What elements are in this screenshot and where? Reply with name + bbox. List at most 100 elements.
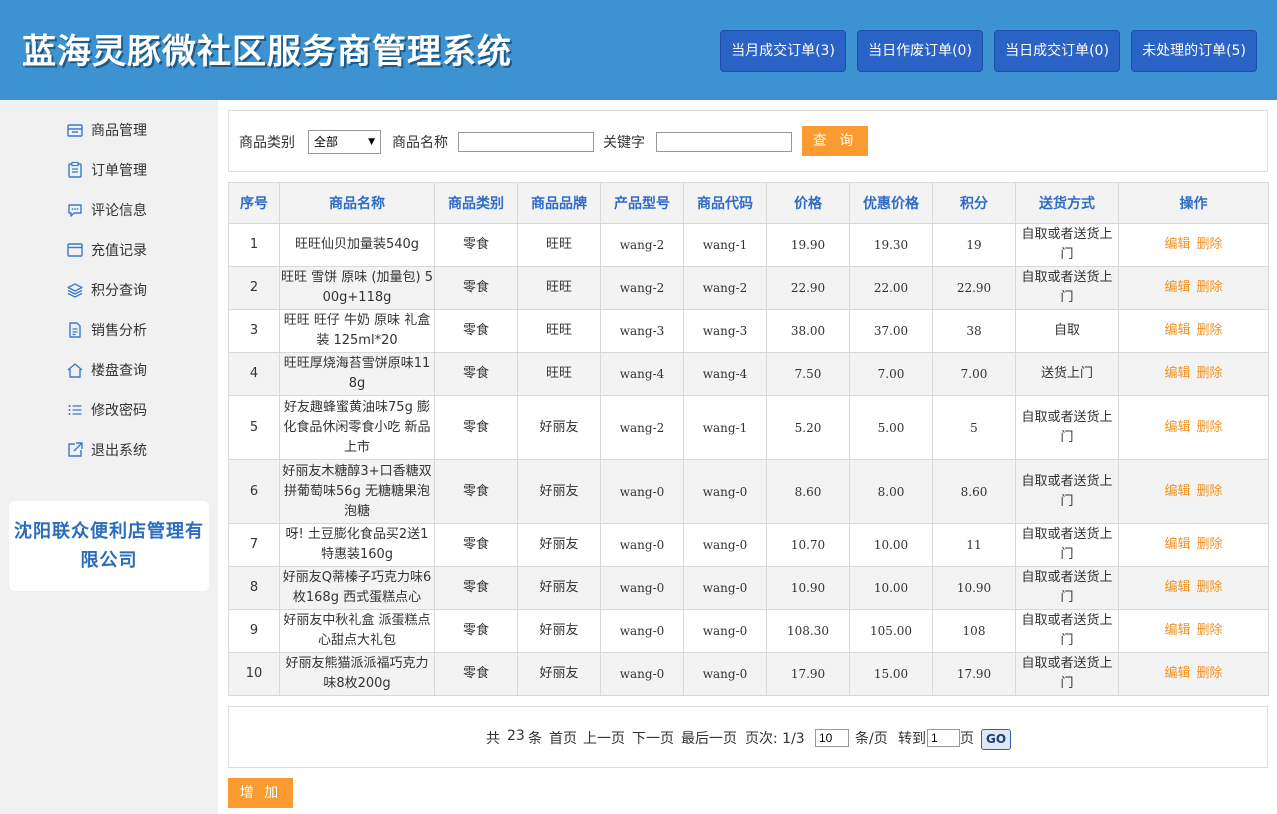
- cell-discount: 19.30: [849, 223, 933, 267]
- cell-category: 零食: [434, 609, 518, 653]
- cell-category: 零食: [434, 223, 518, 267]
- pending-orders-button[interactable]: 未处理的订单(5): [1131, 30, 1257, 72]
- sidebar-item-buildings[interactable]: 楼盘查询: [66, 358, 147, 382]
- go-button[interactable]: GO: [981, 729, 1011, 750]
- cell-code: wang-4: [683, 352, 767, 396]
- goto-label: 转到: [898, 731, 926, 747]
- table-row: 2 旺旺 雪饼 原味 (加量包) 500g+118g 零食 旺旺 wang-2 wang-…: [228, 266, 1269, 310]
- goto-page-input[interactable]: [927, 729, 960, 747]
- delete-link[interactable]: 删除: [1197, 366, 1223, 381]
- table-row: 6 好丽友木糖醇3+口香糖双拼葡萄味56g 无糖糖果泡泡糖 零食 好丽友 wang-0 w…: [228, 459, 1269, 524]
- delete-link[interactable]: 删除: [1197, 623, 1223, 638]
- delete-link[interactable]: 删除: [1197, 237, 1223, 252]
- cell-points: 19: [932, 223, 1016, 267]
- table-row: 5 好友趣蜂蜜黄油味75g 膨化食品休闲零食小吃 新品上市 零食 好丽友 wang-2 w…: [228, 395, 1269, 460]
- delete-link[interactable]: 删除: [1197, 280, 1223, 295]
- delete-link[interactable]: 删除: [1197, 484, 1223, 499]
- cell-brand: 好丽友: [517, 523, 601, 567]
- edit-link[interactable]: 编辑: [1164, 420, 1190, 435]
- cell-no: 8: [228, 566, 280, 610]
- delete-link[interactable]: 删除: [1197, 323, 1223, 338]
- cell-category: 零食: [434, 566, 518, 610]
- last-page-link[interactable]: 最后一页: [681, 728, 737, 748]
- add-button[interactable]: 增 加: [228, 778, 293, 808]
- col-header-model: 产品型号: [600, 182, 684, 224]
- today-cancelled-button[interactable]: 当日作废订单(0): [857, 30, 983, 72]
- table-row: 8 好丽友Q蒂榛子巧克力味6枚168g 西式蛋糕点心 零食 好丽友 wang-0 wang…: [228, 566, 1269, 610]
- today-deals-button[interactable]: 当日成交订单(0): [994, 30, 1120, 72]
- keyword-input[interactable]: [656, 132, 792, 152]
- edit-link[interactable]: 编辑: [1164, 623, 1190, 638]
- product-table: 序号 商品名称 商品类别 商品品牌 产品型号 商品代码 价格 优惠价格 积分 送…: [228, 182, 1269, 696]
- cell-actions: 编辑 删除: [1118, 609, 1269, 653]
- delete-link[interactable]: 删除: [1197, 666, 1223, 681]
- cell-points: 10.90: [932, 566, 1016, 610]
- cell-name: 好丽友中秋礼盒 派蛋糕点心甜点大礼包: [279, 609, 435, 653]
- cell-discount: 37.00: [849, 309, 933, 353]
- first-page-link[interactable]: 首页: [549, 728, 577, 748]
- month-deals-button[interactable]: 当月成交订单(3): [720, 30, 846, 72]
- cell-code: wang-0: [683, 523, 767, 567]
- sidebar-item-recharge[interactable]: 充值记录: [66, 238, 147, 262]
- cell-actions: 编辑 删除: [1118, 652, 1269, 696]
- next-page-link[interactable]: 下一页: [632, 728, 674, 748]
- cell-delivery: 自取或者送货上门: [1015, 566, 1119, 610]
- edit-link[interactable]: 编辑: [1164, 366, 1190, 381]
- sidebar-item-logout[interactable]: 退出系统: [66, 438, 147, 462]
- window-icon: [66, 241, 84, 259]
- cell-delivery: 送货上门: [1015, 352, 1119, 396]
- col-header-delivery: 送货方式: [1015, 182, 1119, 224]
- cell-discount: 22.00: [849, 266, 933, 310]
- cell-points: 8.60: [932, 459, 1016, 524]
- cell-discount: 15.00: [849, 652, 933, 696]
- page-size-input[interactable]: [815, 729, 849, 747]
- prev-page-link[interactable]: 上一页: [583, 728, 625, 748]
- query-button[interactable]: 查 询: [802, 126, 868, 156]
- edit-link[interactable]: 编辑: [1164, 537, 1190, 552]
- delete-link[interactable]: 删除: [1197, 537, 1223, 552]
- col-header-price: 价格: [766, 182, 850, 224]
- cell-points: 5: [932, 395, 1016, 460]
- cell-brand: 好丽友: [517, 609, 601, 653]
- category-select[interactable]: 全部 ▼: [308, 130, 381, 154]
- sidebar-item-label: 订单管理: [91, 163, 147, 179]
- cell-actions: 编辑 删除: [1118, 566, 1269, 610]
- edit-link[interactable]: 编辑: [1164, 666, 1190, 681]
- cell-price: 10.70: [766, 523, 850, 567]
- sidebar-item-label: 修改密码: [91, 403, 147, 419]
- cell-model: wang-0: [600, 459, 684, 524]
- cell-code: wang-2: [683, 266, 767, 310]
- edit-link[interactable]: 编辑: [1164, 580, 1190, 595]
- cell-points: 108: [932, 609, 1016, 653]
- delete-link[interactable]: 删除: [1197, 420, 1223, 435]
- cell-delivery: 自取或者送货上门: [1015, 459, 1119, 524]
- sidebar-item-points[interactable]: 积分查询: [66, 278, 147, 302]
- edit-link[interactable]: 编辑: [1164, 323, 1190, 338]
- delete-link[interactable]: 删除: [1197, 580, 1223, 595]
- cell-model: wang-3: [600, 309, 684, 353]
- category-select-value: 全部: [314, 135, 339, 149]
- cell-discount: 105.00: [849, 609, 933, 653]
- cell-code: wang-3: [683, 309, 767, 353]
- cell-delivery: 自取或者送货上门: [1015, 609, 1119, 653]
- product-name-input[interactable]: [458, 132, 594, 152]
- sidebar-item-sales[interactable]: 销售分析: [66, 318, 147, 342]
- cell-name: 好丽友熊猫派派福巧克力味8枚200g: [279, 652, 435, 696]
- top-header: 蓝海灵豚微社区服务商管理系统 当月成交订单(3) 当日作废订单(0) 当日成交订…: [0, 0, 1277, 100]
- sidebar-item-password[interactable]: 修改密码: [66, 398, 147, 422]
- sidebar-item-label: 商品管理: [91, 123, 147, 139]
- sidebar-item-goods[interactable]: 商品管理: [66, 118, 147, 142]
- edit-link[interactable]: 编辑: [1164, 237, 1190, 252]
- sidebar-item-orders[interactable]: 订单管理: [66, 158, 147, 182]
- edit-link[interactable]: 编辑: [1164, 484, 1190, 499]
- sidebar-item-comments[interactable]: 评论信息: [66, 198, 147, 222]
- cell-price: 7.50: [766, 352, 850, 396]
- table-row: 1 旺旺仙贝加量装540g 零食 旺旺 wang-2 wang-1 19.90 19.30 19…: [228, 223, 1269, 267]
- edit-link[interactable]: 编辑: [1164, 280, 1190, 295]
- cell-price: 5.20: [766, 395, 850, 460]
- cell-no: 7: [228, 523, 280, 567]
- cell-discount: 5.00: [849, 395, 933, 460]
- cell-category: 零食: [434, 309, 518, 353]
- total-suffix: 条: [528, 731, 542, 747]
- cell-category: 零食: [434, 523, 518, 567]
